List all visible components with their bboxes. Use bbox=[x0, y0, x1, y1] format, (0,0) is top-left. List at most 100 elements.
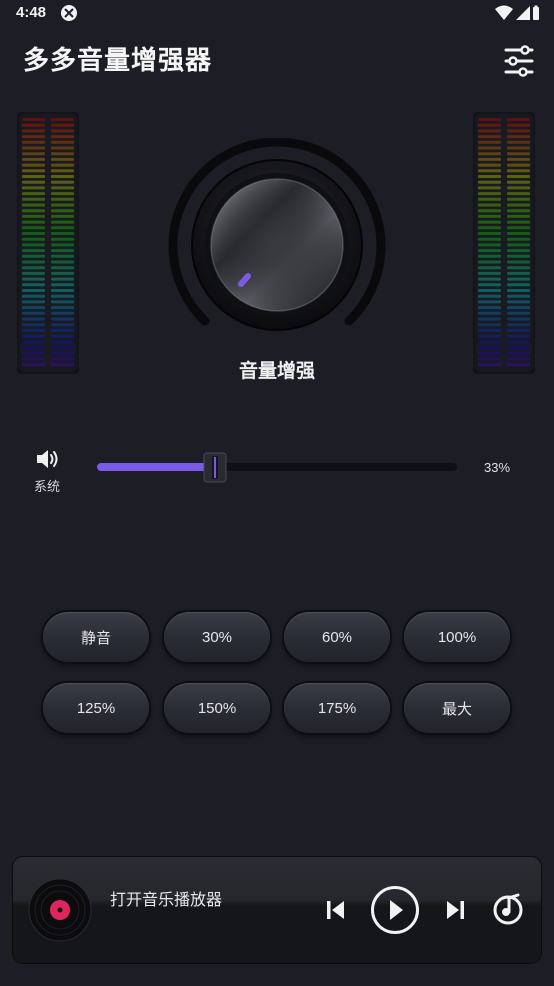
vu-segment bbox=[478, 186, 501, 190]
vu-segment bbox=[51, 214, 74, 218]
preset-100-button[interactable]: 100% bbox=[404, 612, 510, 662]
vu-segment bbox=[51, 254, 74, 258]
vu-segment bbox=[478, 300, 501, 304]
vu-segment bbox=[51, 334, 74, 338]
vu-segment bbox=[507, 140, 530, 144]
vu-segment bbox=[478, 334, 501, 338]
skip-previous-icon bbox=[327, 901, 344, 919]
vu-segment bbox=[507, 283, 530, 287]
vu-segment bbox=[507, 266, 530, 270]
status-indicators bbox=[494, 5, 540, 21]
vu-segment bbox=[22, 277, 45, 281]
vu-segment bbox=[507, 351, 530, 355]
vu-segment bbox=[478, 311, 501, 315]
vu-segment bbox=[478, 317, 501, 321]
vu-segment bbox=[478, 135, 501, 139]
vu-segment bbox=[51, 323, 74, 327]
vu-segment bbox=[51, 271, 74, 275]
vu-segment bbox=[507, 260, 530, 264]
vu-segment bbox=[507, 214, 530, 218]
vu-segment bbox=[507, 294, 530, 298]
vu-segment bbox=[478, 346, 501, 349]
vu-segment bbox=[507, 157, 530, 161]
vu-segment bbox=[51, 328, 74, 332]
vu-segment bbox=[507, 152, 530, 156]
volume-slider-thumb[interactable] bbox=[203, 452, 227, 483]
preset-150-button[interactable]: 150% bbox=[164, 683, 270, 733]
vu-segment bbox=[22, 289, 45, 292]
vu-segment bbox=[22, 169, 45, 173]
vinyl-disc-icon bbox=[28, 878, 92, 942]
vu-segment bbox=[22, 140, 45, 144]
preset-175-button[interactable]: 175% bbox=[284, 683, 390, 733]
player-title[interactable]: 打开音乐播放器 bbox=[110, 886, 222, 910]
vu-segment bbox=[51, 346, 74, 349]
music-library-button[interactable] bbox=[491, 892, 525, 926]
vu-meter-left bbox=[17, 112, 79, 374]
preset-30-button[interactable]: 30% bbox=[164, 612, 270, 662]
vu-segment bbox=[478, 277, 501, 281]
vu-segment bbox=[507, 226, 530, 230]
vu-segment bbox=[22, 226, 45, 230]
vu-segment bbox=[51, 340, 74, 344]
vu-segment bbox=[507, 289, 530, 292]
vu-segment bbox=[478, 220, 501, 224]
vu-segment bbox=[51, 169, 74, 173]
vu-segment bbox=[22, 260, 45, 264]
vu-segment bbox=[51, 289, 74, 292]
vu-segment bbox=[507, 340, 530, 344]
vu-segment bbox=[478, 351, 501, 355]
vu-segment bbox=[22, 271, 45, 275]
vu-segment bbox=[22, 283, 45, 287]
vu-segment bbox=[478, 192, 501, 196]
vu-segment bbox=[507, 237, 530, 241]
vu-segment bbox=[478, 237, 501, 241]
vu-segment bbox=[507, 243, 530, 247]
vu-segment bbox=[478, 209, 501, 213]
vu-segment bbox=[51, 237, 74, 241]
preset-125-button[interactable]: 125% bbox=[43, 683, 149, 733]
vu-segment bbox=[22, 249, 45, 253]
vu-segment bbox=[51, 317, 74, 321]
speaker-icon bbox=[35, 448, 61, 470]
preset-60-button[interactable]: 60% bbox=[284, 612, 390, 662]
vu-segment bbox=[507, 123, 530, 127]
vu-segment bbox=[507, 192, 530, 196]
preset-max-button[interactable]: 最大 bbox=[404, 683, 510, 733]
vu-segment bbox=[22, 123, 45, 127]
vu-segment bbox=[51, 186, 74, 190]
vu-segment bbox=[51, 232, 74, 235]
vu-segment bbox=[478, 203, 501, 207]
volume-slider-fill bbox=[97, 463, 213, 471]
vu-segment bbox=[507, 118, 530, 121]
vu-segment bbox=[22, 346, 45, 349]
vu-segment bbox=[22, 317, 45, 321]
vu-segment bbox=[507, 163, 530, 167]
vu-segment bbox=[51, 294, 74, 298]
vu-segment bbox=[507, 306, 530, 310]
vu-segment bbox=[507, 220, 530, 224]
vu-segment bbox=[478, 163, 501, 167]
vu-segment bbox=[51, 203, 74, 207]
vu-segment bbox=[22, 192, 45, 196]
preset-mute-button[interactable]: 静音 bbox=[43, 612, 149, 662]
app-notification-icon bbox=[60, 4, 78, 22]
vu-segment bbox=[22, 209, 45, 213]
vu-segment bbox=[22, 129, 45, 133]
play-button[interactable] bbox=[370, 885, 420, 935]
previous-button[interactable] bbox=[324, 897, 348, 923]
vu-segment bbox=[507, 328, 530, 332]
vu-segment bbox=[478, 266, 501, 270]
vu-segment bbox=[51, 118, 74, 121]
next-button[interactable] bbox=[443, 897, 467, 923]
vu-segment bbox=[478, 294, 501, 298]
vu-segment bbox=[22, 294, 45, 298]
vu-segment bbox=[22, 323, 45, 327]
settings-button[interactable] bbox=[500, 44, 538, 78]
vu-segment bbox=[478, 226, 501, 230]
vu-segment bbox=[22, 135, 45, 139]
volume-boost-knob[interactable] bbox=[168, 137, 386, 338]
vu-segment bbox=[507, 317, 530, 321]
vu-segment bbox=[507, 311, 530, 315]
sliders-icon bbox=[504, 45, 534, 77]
